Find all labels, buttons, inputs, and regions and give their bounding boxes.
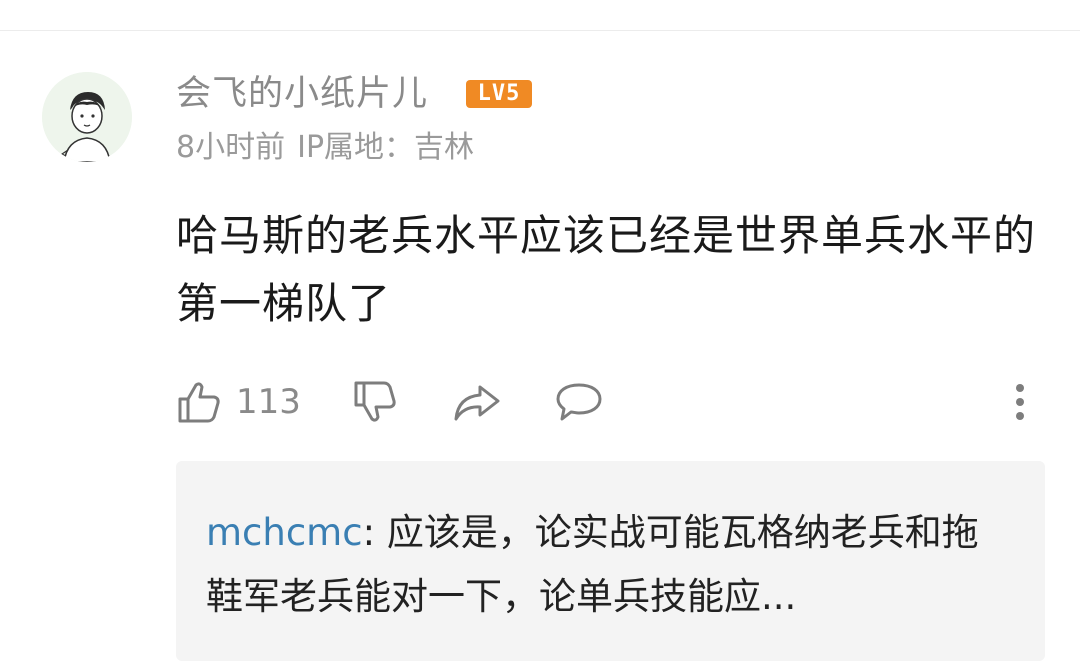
like-count: 113 [236, 382, 301, 422]
reply-text-block: mchcmc: 应该是，论实战可能瓦格纳老兵和拖鞋军老兵能对一下，论单兵技能应.… [206, 501, 1006, 629]
comment-actions: 113 [176, 374, 1046, 430]
level-badge: LV5 [466, 80, 532, 108]
username[interactable]: 会飞的小纸片儿 [176, 70, 428, 118]
reply-preview[interactable]: mchcmc: 应该是，论实战可能瓦格纳老兵和拖鞋军老兵能对一下，论单兵技能应.… [176, 461, 1045, 661]
avatar-illustration-icon [42, 72, 132, 162]
comment-text[interactable]: 哈马斯的老兵水平应该已经是世界单兵水平的第一梯队了 [176, 202, 1046, 338]
reply-separator: : [362, 511, 387, 554]
like-button[interactable]: 113 [176, 374, 301, 430]
more-options-button[interactable] [1010, 374, 1030, 430]
share-button[interactable] [452, 374, 502, 430]
share-icon [454, 385, 500, 421]
thumbs-up-icon [178, 382, 220, 423]
user-avatar[interactable] [42, 72, 132, 162]
comment-icon [556, 383, 602, 421]
reply-username[interactable]: mchcmc [206, 511, 363, 554]
comment-meta: 8小时前 IP属地：吉林 [176, 128, 474, 168]
top-divider [0, 30, 1080, 31]
thumbs-down-icon [354, 381, 396, 422]
reply-button[interactable] [554, 374, 604, 430]
ip-location: IP属地：吉林 [297, 130, 475, 165]
dislike-button[interactable] [352, 374, 398, 430]
more-icon [1016, 384, 1024, 420]
comment-time: 8小时前 [176, 130, 286, 165]
